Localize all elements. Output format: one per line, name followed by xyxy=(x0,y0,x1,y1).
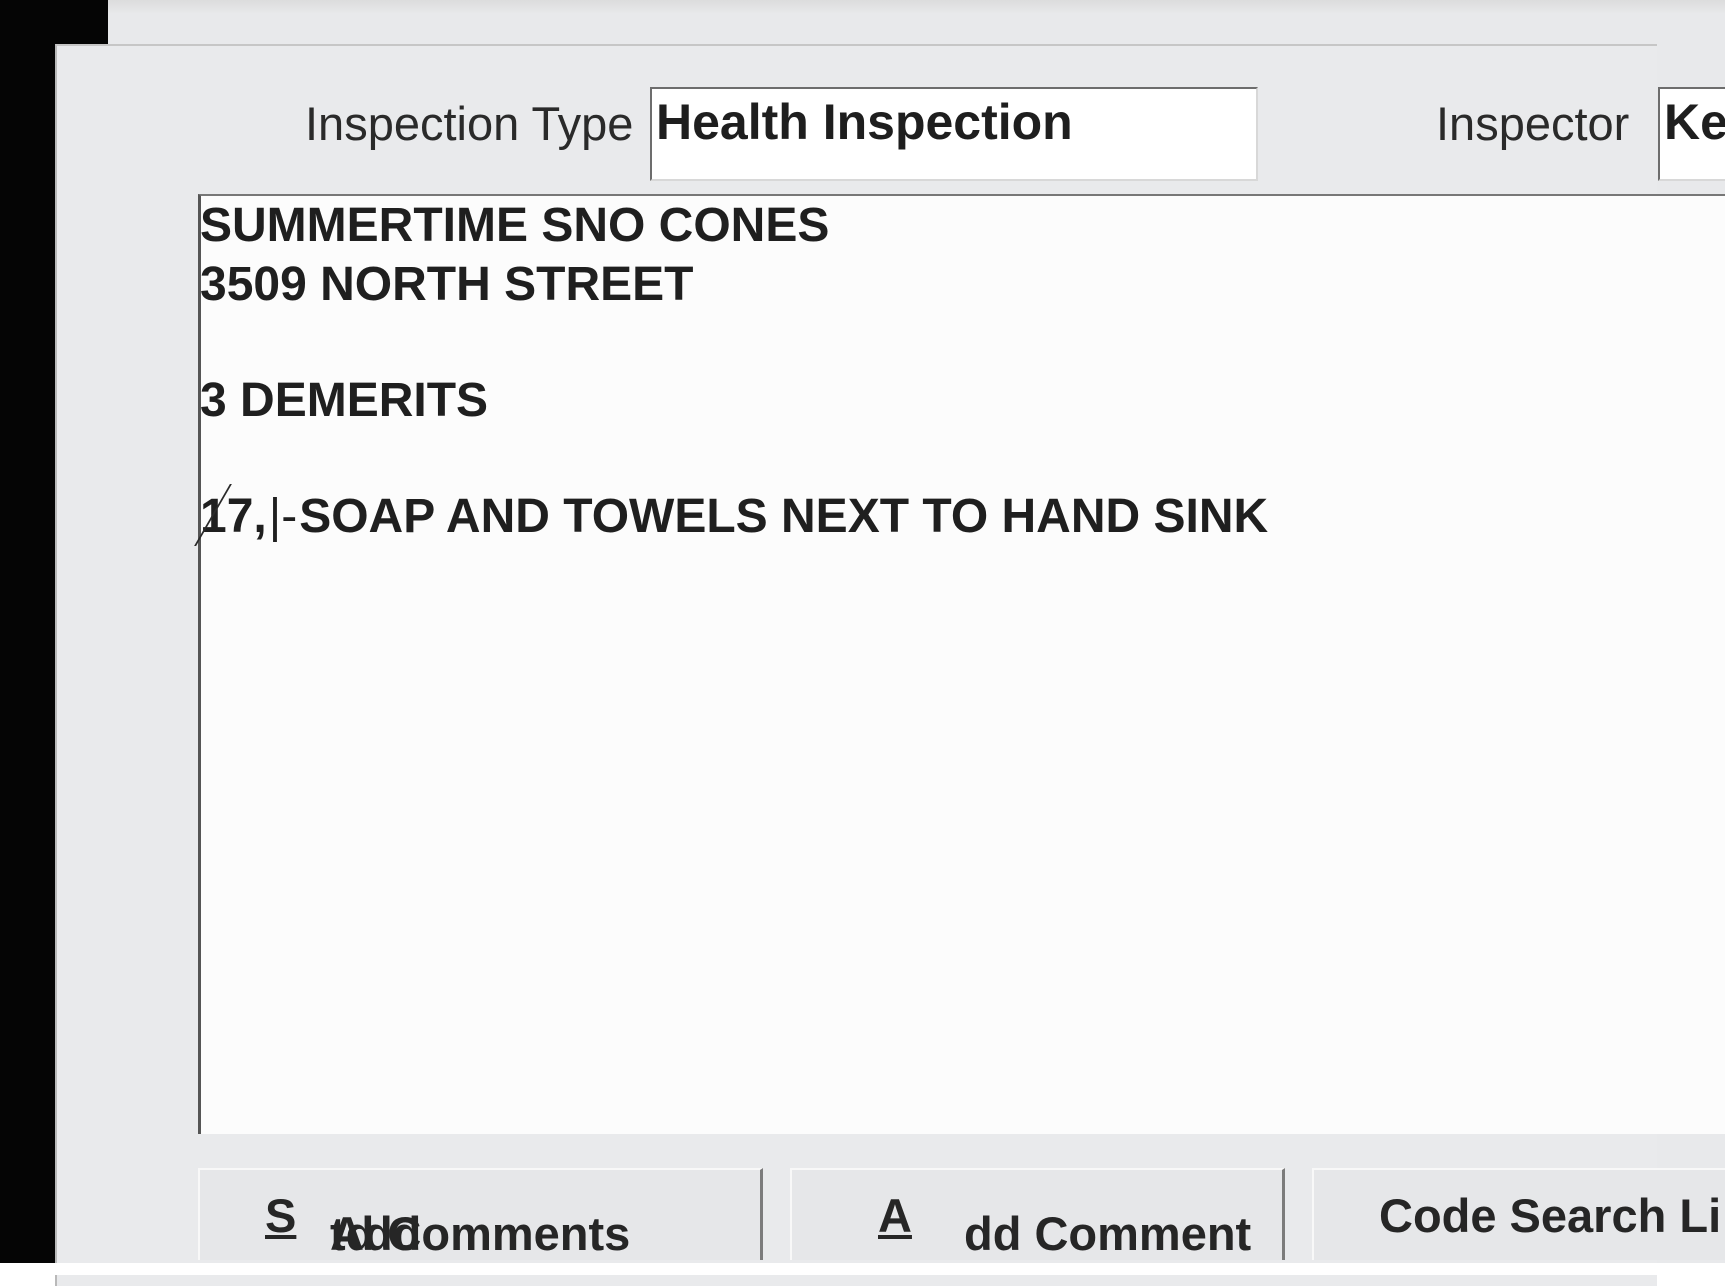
add-std-comments-label-post: td Comments xyxy=(330,1207,631,1260)
inspection-type-label: Inspection Type xyxy=(305,97,634,150)
inspector-label: Inspector xyxy=(1436,97,1630,150)
comments-textarea[interactable] xyxy=(198,194,1725,1134)
inspector-value: Ke xyxy=(1664,94,1725,150)
add-comment-mnemonic: A xyxy=(878,1189,912,1242)
inspector-field[interactable]: Ke xyxy=(1658,87,1725,181)
add-comment-label: Add Comment xyxy=(878,1188,1251,1260)
code-search-button[interactable]: Code Search Li xyxy=(1312,1168,1725,1260)
add-std-comments-button[interactable]: Add Std Comments xyxy=(198,1168,763,1260)
establishment-address: 3509 NORTH STREET xyxy=(200,258,694,311)
establishment-name: SUMMERTIME SNO CONES xyxy=(200,199,830,252)
add-std-comments-label: Add Std Comments xyxy=(265,1188,630,1260)
demerits-count: 3 DEMERITS xyxy=(200,374,489,427)
violation-text: SOAP AND TOWELS NEXT TO HAND SINK xyxy=(299,490,1269,543)
add-std-comments-mnemonic: S xyxy=(265,1189,297,1242)
add-comment-button[interactable]: Add Comment xyxy=(790,1168,1285,1260)
add-comment-label-post: dd Comment xyxy=(964,1207,1252,1260)
code-search-label: Code Search Li xyxy=(1379,1189,1722,1242)
violation-separator: |- xyxy=(268,490,298,543)
scan-bottom-margin xyxy=(0,1263,1725,1275)
inspection-type-value: Health Inspection xyxy=(656,94,1073,150)
inspection-type-field[interactable]: Health Inspection xyxy=(650,87,1258,181)
violation-code: 17, xyxy=(194,484,268,546)
violation-line: 17, |-SOAP AND TOWELS NEXT TO HAND SINK xyxy=(194,484,1269,546)
